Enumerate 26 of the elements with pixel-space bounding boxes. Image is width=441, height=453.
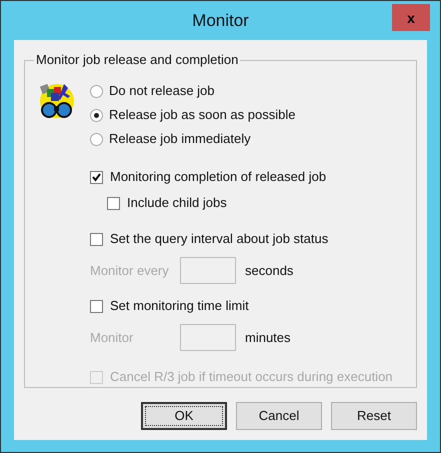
checkbox-label: Monitoring completion of released job	[110, 169, 326, 185]
dialog-button[interactable]: Cancel	[236, 402, 322, 430]
unit-label: minutes	[245, 330, 291, 346]
dialog-button[interactable]: Reset	[331, 402, 417, 430]
radio-label: Do not release job	[109, 83, 215, 99]
window-title: Monitor	[192, 10, 249, 32]
field-label: Monitor	[90, 330, 134, 346]
checkbox[interactable]	[90, 170, 103, 184]
checkbox-label: Set monitoring time limit	[110, 298, 249, 314]
radio-button[interactable]	[90, 132, 103, 146]
checkbox-label: Cancel R/3 job if timeout occurs during execution	[110, 369, 393, 385]
binoculars-icon	[38, 81, 76, 119]
radio-button[interactable]	[90, 84, 103, 98]
checkbox[interactable]	[90, 232, 103, 246]
radio-label: Release job immediately	[109, 131, 251, 147]
checkbox[interactable]	[107, 196, 120, 210]
close-button[interactable]: x	[392, 4, 430, 31]
group-label: Monitor job release and completion	[34, 52, 240, 68]
checkbox-label: Set the query interval about job status	[110, 231, 328, 247]
field-label: Monitor every	[90, 262, 170, 278]
checkbox[interactable]	[90, 300, 103, 312]
dialog-button[interactable]: OK	[141, 402, 227, 430]
radio-button[interactable]	[90, 108, 103, 122]
checkbox-label: Include child jobs	[127, 195, 227, 211]
unit-label: seconds	[245, 262, 294, 278]
radio-label: Release job as soon as possible	[109, 107, 296, 123]
